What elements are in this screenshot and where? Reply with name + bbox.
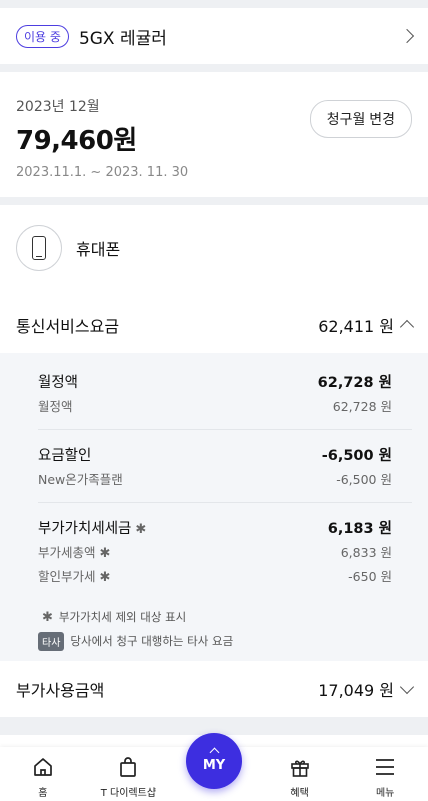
telecom-title: 통신서비스요금 xyxy=(16,317,120,336)
nav-menu-label: 메뉴 xyxy=(375,788,395,799)
charge-sub-label: 할인부가세 xyxy=(38,568,96,584)
device-section: 휴대폰 통신서비스요금 62,411 원 월정액 62,728 원 월정액 62… xyxy=(0,205,428,717)
chevron-up-icon xyxy=(209,747,219,758)
charge-group-monthly: 월정액 62,728 원 월정액 62,728 원 xyxy=(38,357,412,430)
telecom-amount: 62,411 원 xyxy=(318,317,394,336)
other-carrier-tag: 타사 xyxy=(38,631,65,651)
charge-group-vat: 부가가치세세금 ✱ 6,183 원 부가세총액 ✱ 6,833 원 할인부가세 ✱ -… xyxy=(38,503,412,599)
nav-benefit-label: 혜택 xyxy=(290,788,309,799)
asterisk-icon: ✱ xyxy=(42,609,53,625)
asterisk-icon: ✱ xyxy=(135,521,147,537)
charge-value: -6,500 원 xyxy=(321,447,392,464)
charge-value: 62,728 원 xyxy=(317,374,392,391)
my-button-label: MY xyxy=(202,758,226,773)
phone-icon xyxy=(32,236,46,260)
asterisk-icon: ✱ xyxy=(99,545,111,561)
device-label: 휴대폰 xyxy=(76,240,121,259)
charge-sub-value: -6,500 원 xyxy=(336,471,392,487)
charge-sub-label-wrap: 할인부가세 ✱ xyxy=(38,566,110,585)
telecom-detail: 월정액 62,728 원 월정액 62,728 원 요금할인 -6,500 원 … xyxy=(0,353,428,661)
plan-row[interactable]: 이용 중 5GX 레귤러 xyxy=(0,8,428,64)
charge-label-wrap: 부가가치세세금 ✱ xyxy=(38,517,146,538)
charge-label: 요금할인 xyxy=(38,447,92,464)
extra-charges-toggle[interactable]: 부가사용금액 17,049 원 xyxy=(16,661,415,717)
charge-sub-value: 6,833 원 xyxy=(340,544,392,560)
legend-notes: ✱ 부가가치세 제외 대상 표시 타사 당사에서 청구 대행하는 타사 요금 xyxy=(38,599,412,653)
my-button[interactable]: MY xyxy=(186,733,242,789)
charge-label: 부가가치세세금 xyxy=(38,520,132,537)
charge-sub-line: 월정액 62,728 원 xyxy=(38,393,392,417)
nav-benefit[interactable]: 혜택 xyxy=(265,754,335,799)
vat-exempt-note-text: 부가가치세 제외 대상 표시 xyxy=(58,610,187,624)
asterisk-icon: ✱ xyxy=(99,569,111,585)
nav-home-label: 홈 xyxy=(38,788,48,799)
charge-line: 부가가치세세금 ✱ 6,183 원 xyxy=(38,515,392,539)
nav-shop-label: T 다이렉트샵 xyxy=(100,788,157,799)
nav-shop[interactable]: T 다이렉트샵 xyxy=(93,754,163,799)
gift-icon xyxy=(289,754,311,780)
charge-label: 월정액 xyxy=(38,374,79,391)
in-use-badge: 이용 중 xyxy=(16,24,69,48)
charge-sub-label: 월정액 xyxy=(38,398,73,414)
nav-home[interactable]: 홈 xyxy=(8,754,78,799)
extra-title: 부가사용금액 xyxy=(16,681,105,700)
home-icon xyxy=(32,754,54,780)
charge-line: 요금할인 -6,500 원 xyxy=(38,442,392,466)
charge-sub-line: 할인부가세 ✱ -650 원 xyxy=(38,563,392,587)
charge-sub-label-wrap: 부가세총액 ✱ xyxy=(38,542,110,561)
change-month-button[interactable]: 청구월 변경 xyxy=(309,100,412,138)
extra-amount: 17,049 원 xyxy=(318,681,394,700)
charge-sub-line: New온가족플랜 -6,500 원 xyxy=(38,466,392,490)
other-carrier-note-text: 당사에서 청구 대행하는 타사 요금 xyxy=(70,634,234,648)
phone-icon-circle xyxy=(16,225,62,271)
bill-period: 2023.11.1. ~ 2023. 11. 30 xyxy=(16,165,189,180)
vat-exempt-note: ✱ 부가가치세 제외 대상 표시 xyxy=(38,605,412,629)
shopping-bag-icon xyxy=(117,754,139,780)
other-carrier-note: 타사 당사에서 청구 대행하는 타사 요금 xyxy=(38,629,412,653)
plan-name: 5GX 레귤러 xyxy=(78,28,167,49)
chevron-right-icon xyxy=(399,28,415,44)
chevron-up-icon xyxy=(399,319,415,335)
charge-sub-line: 부가세총액 ✱ 6,833 원 xyxy=(38,539,392,563)
nav-menu[interactable]: 메뉴 xyxy=(350,754,420,799)
hamburger-menu-icon xyxy=(374,754,396,780)
telecom-charges-toggle[interactable]: 통신서비스요금 62,411 원 xyxy=(16,297,415,353)
charge-sub-value: 62,728 원 xyxy=(332,398,392,414)
charge-line: 월정액 62,728 원 xyxy=(38,369,392,393)
charge-sub-label: 부가세총액 xyxy=(38,544,96,560)
charge-sub-label: New온가족플랜 xyxy=(38,471,123,487)
chevron-down-icon xyxy=(399,679,415,695)
charge-group-discount: 요금할인 -6,500 원 New온가족플랜 -6,500 원 xyxy=(38,430,412,503)
charge-sub-value: -650 원 xyxy=(348,568,392,584)
bill-summary: 2023년 12월 79,460원 2023.11.1. ~ 2023. 11.… xyxy=(0,72,428,197)
charge-value: 6,183 원 xyxy=(327,520,392,537)
device-header: 휴대폰 xyxy=(16,223,412,273)
